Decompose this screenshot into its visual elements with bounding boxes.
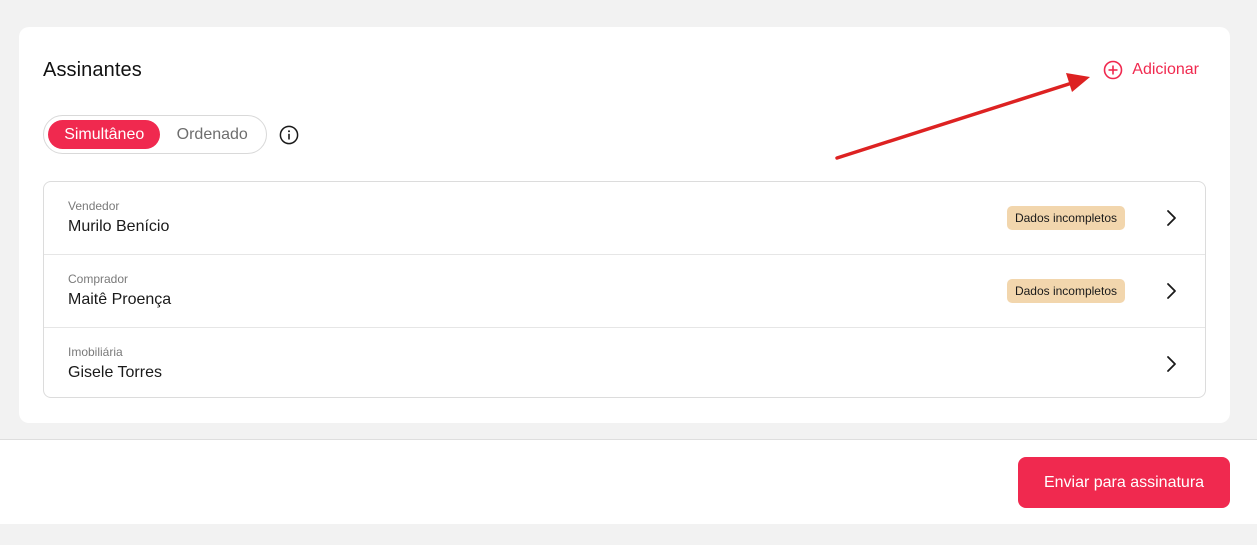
status-badge: Dados incompletos <box>1006 206 1125 230</box>
footer-bar: Enviar para assinatura <box>0 439 1257 524</box>
signer-row-vendedor[interactable]: Vendedor Murilo Benício Dados incompleto… <box>44 182 1205 255</box>
info-circle-icon[interactable] <box>279 125 299 150</box>
add-signer-label: Adicionar <box>1132 61 1199 78</box>
chevron-right-icon <box>1165 355 1177 378</box>
signers-list: Vendedor Murilo Benício Dados incompleto… <box>43 181 1206 398</box>
signing-mode-toggle: Simultâneo Ordenado <box>43 115 267 154</box>
chevron-right-icon <box>1165 209 1177 232</box>
signers-card: Assinantes Adicionar Simultâneo Ordenado… <box>19 27 1230 423</box>
plus-circle-icon <box>1103 60 1123 80</box>
mode-option-simultaneo[interactable]: Simultâneo <box>48 120 161 149</box>
status-badge: Dados incompletos <box>1006 279 1125 303</box>
chevron-right-icon <box>1165 282 1177 305</box>
signer-role: Comprador <box>68 272 129 286</box>
signer-name: Gisele Torres <box>68 364 162 381</box>
signer-role: Imobiliária <box>68 345 123 359</box>
add-signer-button[interactable]: Adicionar <box>1103 60 1199 80</box>
send-for-signature-button[interactable]: Enviar para assinatura <box>1018 457 1230 508</box>
signer-row-imobiliaria[interactable]: Imobiliária Gisele Torres <box>44 328 1205 397</box>
mode-option-ordenado[interactable]: Ordenado <box>162 120 262 149</box>
signer-row-comprador[interactable]: Comprador Maitê Proença Dados incompleto… <box>44 255 1205 328</box>
signer-name: Maitê Proença <box>68 291 172 308</box>
signer-role: Vendedor <box>68 199 120 213</box>
section-title: Assinantes <box>43 59 142 81</box>
signer-name: Murilo Benício <box>68 218 170 235</box>
